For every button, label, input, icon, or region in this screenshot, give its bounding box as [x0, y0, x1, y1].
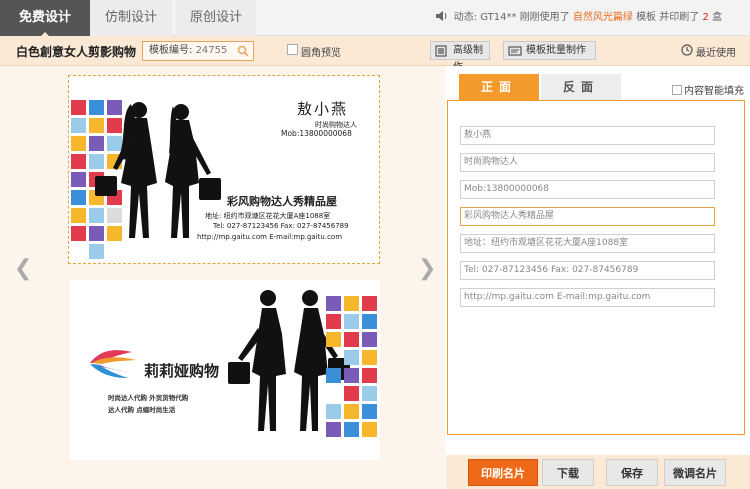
chevron-left-icon[interactable]: ❮ [14, 256, 32, 281]
tweak-card-button[interactable]: 微调名片 [664, 459, 726, 486]
news-user: GT14** [480, 12, 517, 23]
top-tab-bar: 免费设计 仿制设计 原创设计 动态: GT14** 刚刚使用了 自然风光篇绿 模… [0, 0, 750, 37]
card-front-preview[interactable]: 敖小燕 时尚购物达人 Mob:13800000068 彩风购物达人秀精品屋 地址… [68, 75, 380, 264]
shop-field[interactable]: 彩风购物达人秀精品屋 [460, 207, 715, 226]
brand-slogan-2: 达人代购 点缀时尚生活 [108, 406, 176, 414]
feather-logo-icon [90, 350, 136, 378]
phone-fax-field[interactable]: Tel: 027-87123456 Fax: 027-87456789 [460, 261, 715, 280]
card-mobile: Mob:13800000068 [281, 129, 352, 138]
card-address: 地址: 纽约市观塘区花花大厦A座1088室 [205, 212, 331, 220]
news-action: 刚刚使用了 [519, 12, 570, 23]
brand-slogan-1: 时尚达人代购 外贸货物代购 [108, 394, 189, 402]
download-button[interactable]: 下载 [542, 459, 594, 486]
news-count: 2 [702, 12, 709, 23]
card-web-email: http://mp.gaitu.com E-mail:mp.gaitu.com [197, 233, 343, 241]
smart-fill-toggle[interactable]: 内容智能填充 [672, 82, 744, 97]
tab-original-design[interactable]: 原创设计 [176, 0, 256, 36]
card-phone-fax: Tel: 027-87123456 Fax: 027-87456789 [213, 222, 349, 230]
frame-icon [435, 45, 447, 57]
smart-fill-checkbox[interactable] [672, 85, 682, 95]
template-toolbar: 白色創意女人剪影购物 模板编号: 24755 圆角预览 高级制作 模板批量制作 … [0, 36, 750, 73]
card-name: 敖小燕 [297, 100, 349, 118]
mobile-field[interactable]: Mob:13800000068 [460, 180, 715, 199]
advanced-make-button[interactable]: 高级制作 [430, 41, 490, 73]
speaker-icon [435, 11, 447, 21]
print-card-button[interactable]: 印刷名片 [468, 459, 538, 486]
address-field[interactable]: 地址：纽约市观塘区花花大厦A座1088室 [460, 234, 715, 253]
brand-name: 莉莉娅购物 [144, 362, 220, 380]
women-silhouette-image [95, 102, 221, 238]
news-unit: 盒 [712, 12, 722, 23]
save-button[interactable]: 保存 [606, 459, 658, 486]
field-list: 敖小燕 时尚购物达人 Mob:13800000068 彩风购物达人秀精品屋 地址… [447, 100, 745, 435]
tab-front-side[interactable]: 正面 [459, 74, 539, 100]
card-back-preview[interactable]: 莉莉娅购物 时尚达人代购 外贸货物代购 达人代购 点缀时尚生活 [70, 280, 380, 460]
clock-icon [681, 44, 693, 56]
edit-panel: 正面 反面 内容智能填充 敖小燕 时尚购物达人 Mob:13800000068 … [446, 66, 750, 489]
batch-make-button[interactable]: 模板批量制作 [503, 41, 596, 60]
batch-make-label: 模板批量制作 [526, 45, 586, 56]
search-icon[interactable] [237, 45, 249, 57]
template-number-search[interactable]: 模板编号: 24755 [142, 41, 254, 61]
batch-icon [508, 46, 522, 56]
template-number-label: 模板编号: [149, 45, 193, 56]
news-mid: 模板 并印刷了 [636, 12, 700, 23]
activity-ticker: 动态: GT14** 刚刚使用了 自然风光篇绿 模板 并印刷了 2 盒 [435, 0, 722, 36]
news-prefix: 动态: [453, 12, 478, 23]
recent-used-link[interactable]: 最近使用 [681, 44, 736, 59]
template-title: 白色創意女人剪影购物 [16, 45, 137, 59]
template-number-value: 24755 [195, 45, 228, 56]
news-template-link[interactable]: 自然风光篇绿 [573, 12, 633, 23]
chevron-right-icon[interactable]: ❯ [418, 256, 436, 281]
tab-free-design[interactable]: 免费设计 [0, 0, 90, 37]
action-bar: 印刷名片 下载 保存 微调名片 [446, 455, 750, 489]
web-email-field[interactable]: http://mp.gaitu.com E-mail:mp.gaitu.com [460, 288, 715, 307]
title-field[interactable]: 时尚购物达人 [460, 153, 715, 172]
smart-fill-label: 内容智能填充 [684, 86, 744, 97]
tab-back-side[interactable]: 反面 [541, 74, 621, 100]
recent-used-label: 最近使用 [696, 48, 736, 59]
tab-imitation-design[interactable]: 仿制设计 [90, 0, 172, 36]
rounded-preview-label: 圆角预览 [301, 48, 341, 59]
card-shop-name: 彩风购物达人秀精品屋 [227, 195, 337, 208]
name-field[interactable]: 敖小燕 [460, 126, 715, 145]
rounded-preview-checkbox[interactable] [287, 44, 298, 55]
card-canvas: ❮ ❯ 敖小燕 时尚购物达人 Mob:13800000068 彩风购物达人秀精品… [0, 66, 445, 489]
